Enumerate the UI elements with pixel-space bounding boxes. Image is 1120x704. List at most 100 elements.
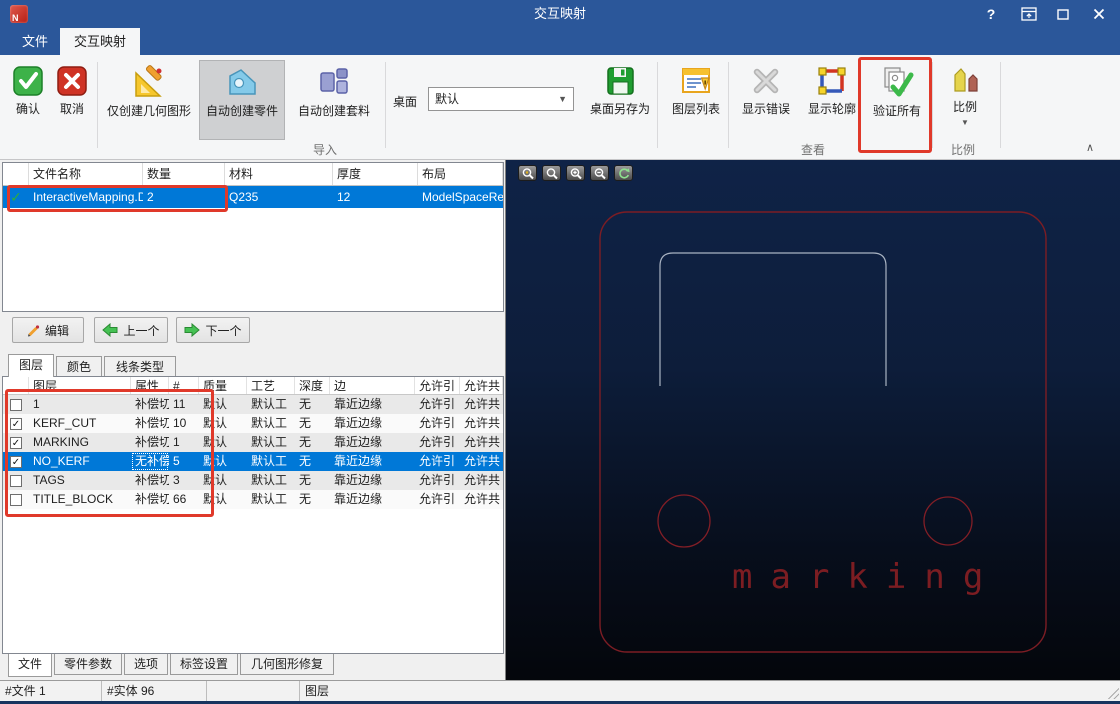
cancel-x-icon [57, 66, 87, 96]
verify-pages-check-icon [884, 67, 914, 97]
left-panel: 文件名称 数量 材料 厚度 布局 ✓ InteractiveMapping.D … [0, 160, 506, 680]
col-allow-lead: 允许引 [415, 377, 460, 394]
layer-checkbox[interactable]: ✓ [10, 455, 22, 468]
col-thickness: 厚度 [333, 163, 418, 185]
chevron-down-icon: ▼ [961, 118, 969, 127]
tab-linetype[interactable]: 线条类型 [104, 356, 176, 377]
next-button[interactable]: 下一个 [176, 317, 250, 343]
confirm-check-icon [13, 66, 43, 96]
layer-row[interactable]: TITLE_BLOCK 补偿切 66 默认 默认工 无 靠近边缘 允许引 允许共 [3, 490, 503, 509]
tab-interactive-mapping[interactable]: 交互映射 [60, 28, 141, 55]
status-bar: #文件 1 #实体 96 图层 [0, 680, 1120, 701]
arrow-right-icon [184, 323, 201, 337]
cad-viewport[interactable]: marking [506, 160, 1120, 680]
col-layer: 图层 [29, 377, 131, 394]
arrow-left-icon [102, 323, 118, 337]
col-material: 材料 [225, 163, 333, 185]
col-allow-common: 允许共 [460, 377, 503, 394]
col-attr: 属性 [131, 377, 169, 394]
scale-button[interactable]: 比例 ▼ [936, 60, 994, 140]
col-layout: 布局 [418, 163, 503, 185]
ribbon-tab-row: 文件 交互映射 [0, 28, 1120, 55]
desktop-select[interactable]: 默认 ▼ [428, 87, 574, 111]
ribbon-pin-icon[interactable] [1012, 0, 1046, 28]
tab-geometry-repair[interactable]: 几何图形修复 [240, 654, 334, 675]
cancel-button[interactable]: 取消 [52, 60, 92, 140]
part-shape-icon [229, 69, 256, 95]
col-quantity: 数量 [143, 163, 225, 185]
group-label-import: 导入 [312, 143, 337, 157]
layer-checkbox[interactable] [10, 474, 22, 487]
tab-part-params[interactable]: 零件参数 [54, 654, 122, 675]
tab-color[interactable]: 颜色 [56, 356, 102, 377]
gray-x-icon [753, 68, 779, 94]
file-qty: 2 [147, 190, 154, 204]
col-process: 工艺 [247, 377, 295, 394]
col-file-name: 文件名称 [29, 163, 143, 185]
contour-outline-icon [818, 67, 846, 95]
group-label-view: 查看 [800, 143, 825, 157]
auto-create-nest-button[interactable]: 自动创建套料 [288, 60, 380, 140]
app-window: N 交互映射 ? 文件 交互映射 确认 取消 仅创建几何图形 自动创建零件 自动… [0, 0, 1120, 704]
chevron-down-icon: ▼ [558, 94, 567, 104]
group-label-scale: 比例 [950, 143, 975, 157]
layer-checkbox[interactable] [10, 493, 22, 506]
hole-circle-right [923, 496, 973, 546]
layer-checkbox[interactable]: ✓ [10, 417, 22, 430]
pencil-icon [27, 324, 40, 336]
status-empty-cell [207, 681, 300, 701]
col-quality: 质量 [199, 377, 247, 394]
previous-button[interactable]: 上一个 [94, 317, 168, 343]
confirm-button[interactable]: 确认 [8, 60, 48, 140]
layer-row[interactable]: ✓ MARKING 补偿切 1 默认 默认工 无 靠近边缘 允许引 允许共 [3, 433, 503, 452]
layer-list-icon [682, 68, 710, 93]
status-entity-count: #实体 96 [102, 681, 207, 701]
desktop-label: 桌面 [393, 95, 418, 109]
help-button[interactable]: ? [974, 0, 1008, 28]
verify-all-button[interactable]: 验证所有 [866, 60, 928, 140]
layer-row[interactable]: ✓ KERF_CUT 补偿切 10 默认 默认工 无 靠近边缘 允许引 允许共 [3, 414, 503, 433]
nest-blocks-icon [320, 68, 348, 94]
row-check-icon[interactable]: ✓ [3, 186, 29, 208]
marking-text: marking [732, 557, 1001, 597]
show-contours-button[interactable]: 显示轮廓 [800, 60, 864, 140]
layer-row[interactable]: 1 补偿切 11 默认 默认工 无 靠近边缘 允许引 允许共 [3, 395, 503, 414]
window-title: 交互映射 [533, 6, 586, 21]
file-row-selected[interactable]: ✓ InteractiveMapping.D 2 Q235 12 ModelSp… [3, 186, 503, 208]
collapse-ribbon-icon[interactable]: ∧ [1086, 141, 1094, 154]
save-desktop-as-button[interactable]: 桌面另存为 [580, 60, 660, 140]
floppy-disk-icon [607, 67, 634, 95]
layer-list-button[interactable]: 图层列表 [663, 60, 729, 140]
file-name: InteractiveMapping.D [33, 190, 143, 204]
file-table: 文件名称 数量 材料 厚度 布局 ✓ InteractiveMapping.D … [2, 162, 504, 312]
scale-shapes-icon [954, 68, 978, 92]
close-button[interactable] [1082, 0, 1116, 28]
cad-drawing: marking [599, 211, 1047, 653]
layer-table: 图层 属性 # 质量 工艺 深度 边 允许引 允许共 1 补偿切 11 默认 默… [2, 376, 504, 654]
file-thickness: 12 [337, 190, 351, 204]
tab-label-settings[interactable]: 标签设置 [170, 654, 238, 675]
show-errors-button[interactable]: 显示错误 [734, 60, 798, 140]
file-material: Q235 [229, 190, 259, 204]
inner-open-contour-path [659, 252, 887, 386]
ribbon: 确认 取消 仅创建几何图形 自动创建零件 自动创建套料 桌面 默认 ▼ 桌面另存… [0, 55, 1120, 160]
edit-button[interactable]: 编辑 [12, 317, 84, 343]
create-geometry-only-button[interactable]: 仅创建几何图形 [102, 60, 196, 140]
hole-circle-left [657, 494, 711, 548]
tab-file[interactable]: 文件 [8, 28, 62, 55]
layer-row-selected[interactable]: ✓ NO_KERF 无补偿 5 默认 默认工 无 靠近边缘 允许引 允许共 [3, 452, 503, 471]
maximize-button[interactable] [1046, 0, 1080, 28]
layer-row[interactable]: TAGS 补偿切 3 默认 默认工 无 靠近边缘 允许引 允许共 [3, 471, 503, 490]
layer-checkbox[interactable] [10, 398, 22, 411]
status-layer-cell: 图层 [305, 684, 330, 698]
title-bar: N 交互映射 ? [0, 0, 1120, 28]
tab-bottom-file[interactable]: 文件 [8, 654, 52, 677]
file-layout: ModelSpaceRec [422, 190, 503, 204]
tab-options[interactable]: 选项 [124, 654, 168, 675]
layer-checkbox[interactable]: ✓ [10, 436, 22, 449]
auto-create-part-button[interactable]: 自动创建零件 [199, 60, 285, 140]
status-file-count: #文件 1 [0, 681, 102, 701]
col-edge: 边 [330, 377, 415, 394]
tab-layer[interactable]: 图层 [8, 354, 54, 377]
col-depth: 深度 [295, 377, 330, 394]
